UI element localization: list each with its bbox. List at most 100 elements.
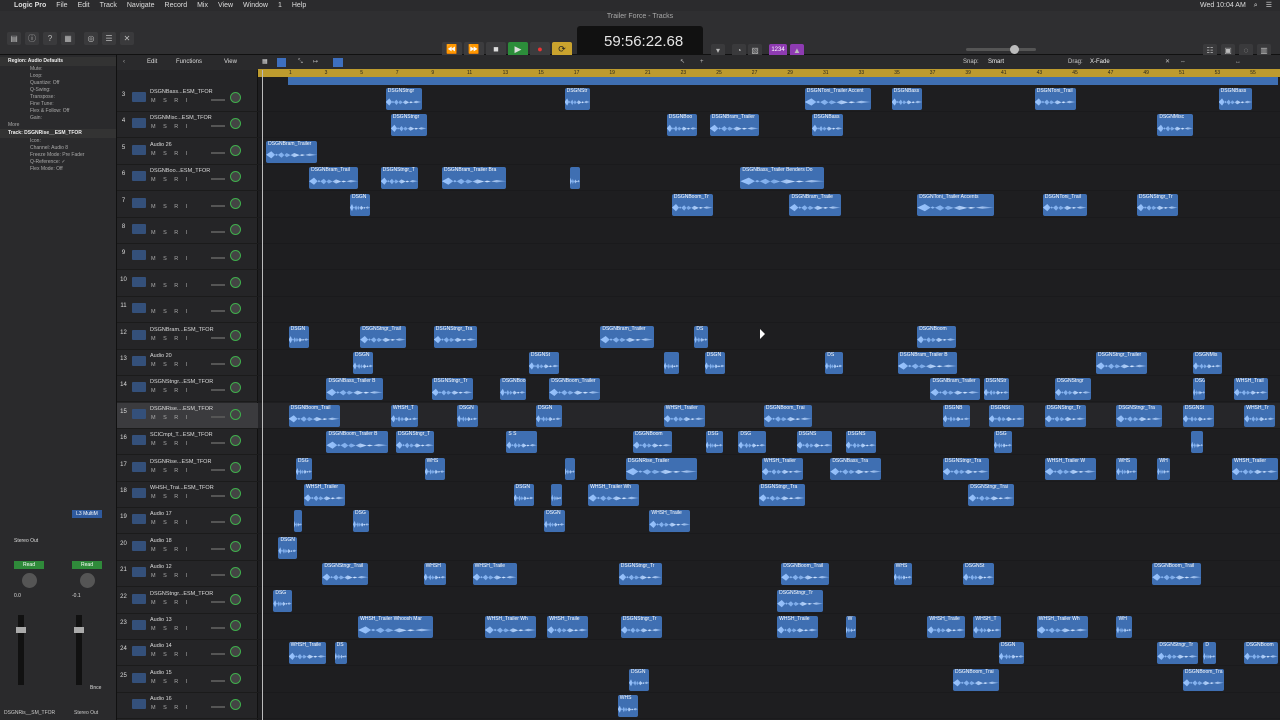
track-pan-knob[interactable] (230, 92, 241, 103)
arrange-area[interactable]: DSGNStngr DSGNStr DSGNToni_Trailer Accent D… (258, 77, 1280, 720)
track-pan-knob[interactable] (230, 488, 241, 499)
audio-region[interactable]: DSGNSt (963, 563, 994, 586)
audio-region[interactable]: DSGNStngr_Tr (1136, 193, 1178, 216)
track-pan-knob[interactable] (230, 118, 241, 130)
track-pan-knob[interactable] (230, 276, 241, 288)
audio-region[interactable]: DSG (353, 510, 370, 533)
track-header[interactable]: 17 DSGNRise...ESM_TFOR M S R I (117, 456, 258, 482)
track-name[interactable]: Audio 17 (150, 511, 172, 517)
audio-region[interactable]: DSGNStngr_Trail (360, 325, 407, 348)
track-header[interactable]: 7 M S R I (117, 192, 258, 218)
audio-region[interactable]: DSGN (544, 510, 565, 533)
volume-knob[interactable] (1010, 45, 1019, 54)
audio-region[interactable]: DS (334, 642, 347, 665)
track-volume-fader[interactable] (211, 547, 225, 550)
audio-region[interactable]: DSGNBoo (500, 378, 526, 401)
track-name[interactable]: DSGNBoo...ESM_TFOR (150, 168, 210, 174)
track-name[interactable]: Audio 16 (150, 696, 172, 702)
audio-region[interactable]: DSGNBoom (917, 325, 957, 348)
track-lane[interactable] (258, 244, 1280, 271)
audio-region[interactable]: DSGN (513, 484, 534, 506)
track-buttons[interactable]: M S R I (151, 204, 190, 210)
track-lane[interactable] (258, 139, 1280, 165)
track-lane[interactable] (258, 640, 1280, 667)
audio-region[interactable]: DSGNSt (528, 352, 560, 374)
track-header[interactable]: Audio 16 M S R I (117, 693, 258, 720)
audio-region[interactable]: WHSH_T (973, 616, 1001, 638)
track-name[interactable]: Audio 13 (150, 617, 172, 623)
automation-read-1[interactable]: Read (14, 561, 44, 569)
view-menu[interactable]: View (224, 55, 237, 70)
audio-region[interactable]: DSGNMis (1193, 352, 1222, 374)
track-pan-knob[interactable] (230, 540, 241, 552)
track-pan-knob[interactable] (230, 672, 241, 684)
param-loop[interactable]: Loop: (0, 73, 116, 80)
track-lane[interactable] (258, 535, 1280, 561)
audio-region[interactable]: DSGNStngr_Tr (618, 563, 662, 586)
audio-region[interactable] (663, 352, 680, 374)
track-buttons[interactable]: M S R I (151, 388, 190, 394)
track-name[interactable]: Audio 14 (150, 643, 172, 649)
track-pan-knob[interactable] (230, 303, 241, 315)
playhead[interactable] (262, 70, 263, 720)
audio-region[interactable]: DSGNStngr_Tr (620, 616, 662, 638)
track-name[interactable]: SCICmpt_T...ESM_TFOR (150, 432, 213, 438)
audio-region[interactable]: DSG (993, 431, 1013, 454)
audio-region[interactable]: DSG (273, 589, 292, 612)
add-tool-icon[interactable]: + (700, 55, 704, 70)
track-header[interactable]: 25 Audio 15 M S R I (117, 667, 258, 693)
audio-region[interactable]: WHSH_Trailer W (1044, 457, 1097, 480)
track-header[interactable]: 5 Audio 26 M S R I (117, 139, 258, 165)
menu-window[interactable]: Window (243, 0, 268, 11)
track-header[interactable]: 9 M S R I (117, 244, 258, 271)
track-volume-fader[interactable] (211, 653, 225, 656)
menu-help[interactable]: Help (292, 0, 306, 11)
audio-region[interactable]: DSG (738, 431, 766, 454)
track-pan-knob[interactable] (230, 699, 241, 711)
audio-region[interactable]: DSGNBoom_Trai (763, 404, 812, 427)
audio-region[interactable]: WHSH_Tr (1244, 404, 1275, 427)
automation-icon[interactable] (333, 58, 343, 67)
audio-region[interactable]: DS (694, 325, 708, 348)
audio-region[interactable]: WHSH_Traile (547, 616, 589, 638)
track-volume-fader[interactable] (211, 600, 225, 603)
track-pan-knob[interactable] (230, 461, 241, 473)
menu-track[interactable]: Track (100, 0, 117, 11)
track-buttons[interactable]: M S R I (151, 600, 190, 606)
audio-region[interactable]: DSGN (628, 668, 650, 691)
track-volume-fader[interactable] (211, 521, 225, 524)
track-pan-knob[interactable] (230, 197, 241, 209)
channel-fader-2[interactable] (74, 615, 84, 685)
param-mute[interactable]: Mute: (0, 66, 116, 73)
audio-region[interactable]: WH (1157, 457, 1170, 480)
master-volume-slider[interactable] (966, 45, 1036, 54)
param-quantize[interactable]: Quantize: Off (0, 80, 116, 87)
track-name[interactable]: DSGNStngr...ESM_TFOR (150, 591, 213, 597)
track-pan-knob[interactable] (230, 435, 241, 447)
audio-region[interactable]: DSGNBass (1218, 88, 1253, 110)
track-volume-fader[interactable] (211, 283, 225, 286)
audio-region[interactable]: DSGNToni_Trail (1034, 88, 1076, 110)
audio-region[interactable]: S S (506, 431, 537, 454)
audio-region[interactable]: DSGN (457, 404, 478, 427)
audio-region[interactable]: DSGNStngr_Tr (431, 378, 473, 401)
audio-region[interactable]: DSGN (349, 193, 371, 216)
track-volume-fader[interactable] (211, 151, 225, 154)
track-volume-fader[interactable] (211, 178, 225, 181)
track-header[interactable]: 24 Audio 14 M S R I (117, 640, 258, 667)
track-lane[interactable] (258, 376, 1280, 403)
track-buttons[interactable]: M S R I (151, 124, 190, 130)
audio-region[interactable]: DSGNBoom_Trail (781, 563, 830, 586)
track-buttons[interactable]: M S R I (151, 283, 190, 289)
track-buttons[interactable]: M S R I (151, 151, 190, 157)
waveform-zoom-icon[interactable]: ⇔ (1180, 55, 1186, 70)
track-pan-knob[interactable] (230, 408, 241, 420)
audio-region[interactable]: DSGNStngr_Tra (758, 484, 805, 506)
audio-region[interactable]: DSGNBass (891, 88, 923, 110)
audio-region[interactable]: WHSH_Traile (649, 510, 691, 533)
audio-region[interactable]: DSGNB (942, 404, 971, 427)
audio-region[interactable]: WHSH (423, 563, 447, 586)
track-param-icon[interactable]: Icon: (0, 138, 116, 145)
region-header[interactable]: Region: Audio Defaults (0, 57, 116, 66)
audio-region[interactable] (1191, 431, 1204, 454)
